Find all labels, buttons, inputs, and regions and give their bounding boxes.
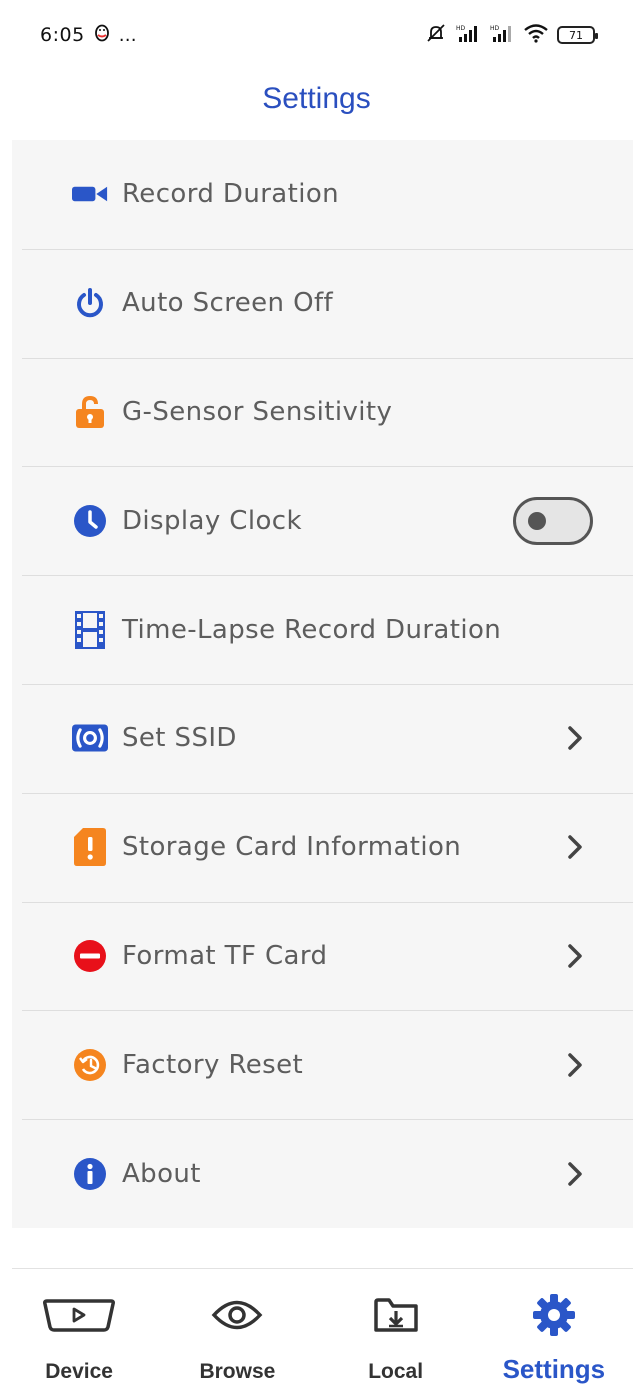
setting-label: Record Duration — [122, 179, 340, 210]
setting-record-duration[interactable]: Record Duration — [12, 140, 633, 249]
unlock-icon — [72, 394, 108, 430]
status-dots: … — [118, 24, 137, 46]
nav-label: Settings — [502, 1354, 606, 1384]
penguin-icon — [94, 24, 110, 46]
signal-hd-icon: HD — [489, 23, 515, 47]
setting-label: Storage Card Information — [122, 832, 462, 863]
status-bar: 6:05 … HD HD 71 — [0, 0, 633, 70]
svg-text:HD: HD — [490, 25, 500, 32]
nav-label: Local — [368, 1360, 424, 1383]
nav-local[interactable]: Local — [317, 1270, 475, 1391]
setting-label: Format TF Card — [122, 940, 328, 971]
battery-icon: 71 — [557, 26, 598, 44]
signal-hd-icon: HD — [455, 23, 481, 47]
setting-label: Time-Lapse Record Duration — [122, 614, 502, 645]
power-icon — [72, 285, 108, 321]
setting-format-tf[interactable]: Format TF Card — [12, 901, 633, 1011]
chevron-right-icon — [565, 724, 585, 752]
eye-icon — [211, 1292, 263, 1338]
nav-settings[interactable]: Settings — [475, 1270, 633, 1391]
video-camera-icon — [72, 176, 108, 212]
page-title: Settings — [262, 82, 371, 115]
svg-text:HD: HD — [456, 25, 466, 32]
film-strip-icon — [72, 610, 108, 649]
nav-label: Device — [45, 1360, 113, 1383]
setting-label: G-Sensor Sensitivity — [122, 396, 393, 427]
mute-icon — [425, 23, 447, 47]
bottom-nav: Device Browse Local Settings — [0, 1270, 633, 1391]
header: Settings — [0, 70, 633, 128]
sd-card-alert-icon — [72, 828, 108, 867]
setting-label: Factory Reset — [122, 1049, 304, 1080]
folder-download-icon — [373, 1292, 419, 1338]
device-icon — [41, 1292, 117, 1338]
nav-label: Browse — [199, 1360, 276, 1383]
setting-label: Auto Screen Off — [122, 288, 334, 319]
setting-g-sensor[interactable]: G-Sensor Sensitivity — [12, 357, 633, 467]
wifi-icon — [523, 23, 549, 47]
restore-icon — [72, 1047, 108, 1083]
setting-storage-card[interactable]: Storage Card Information — [12, 792, 633, 902]
chevron-right-icon — [565, 1160, 585, 1188]
settings-list: Record Duration Auto Screen Off G-Sensor… — [12, 140, 633, 1228]
chevron-right-icon — [565, 942, 585, 970]
nav-divider — [12, 1268, 633, 1269]
setting-label: About — [122, 1158, 201, 1189]
minus-circle-icon — [72, 938, 108, 974]
setting-factory-reset[interactable]: Factory Reset — [12, 1010, 633, 1119]
clock-icon — [72, 503, 108, 539]
setting-label: Display Clock — [122, 505, 302, 536]
setting-set-ssid[interactable]: Set SSID — [12, 683, 633, 793]
nav-browse[interactable]: Browse — [158, 1270, 316, 1391]
display-clock-toggle[interactable] — [513, 496, 593, 545]
chevron-right-icon — [565, 833, 585, 861]
setting-time-lapse[interactable]: Time-Lapse Record Duration — [12, 575, 633, 684]
status-time: 6:05 — [40, 24, 85, 46]
setting-about[interactable]: About — [12, 1119, 633, 1228]
info-icon — [72, 1156, 108, 1192]
broadcast-icon — [72, 720, 108, 756]
setting-display-clock: Display Clock — [12, 466, 633, 575]
chevron-right-icon — [565, 1051, 585, 1079]
toggle-knob — [528, 511, 546, 530]
setting-label: Set SSID — [122, 723, 237, 754]
setting-auto-screen-off[interactable]: Auto Screen Off — [12, 248, 633, 358]
gear-icon — [532, 1292, 576, 1338]
nav-device[interactable]: Device — [0, 1270, 158, 1391]
